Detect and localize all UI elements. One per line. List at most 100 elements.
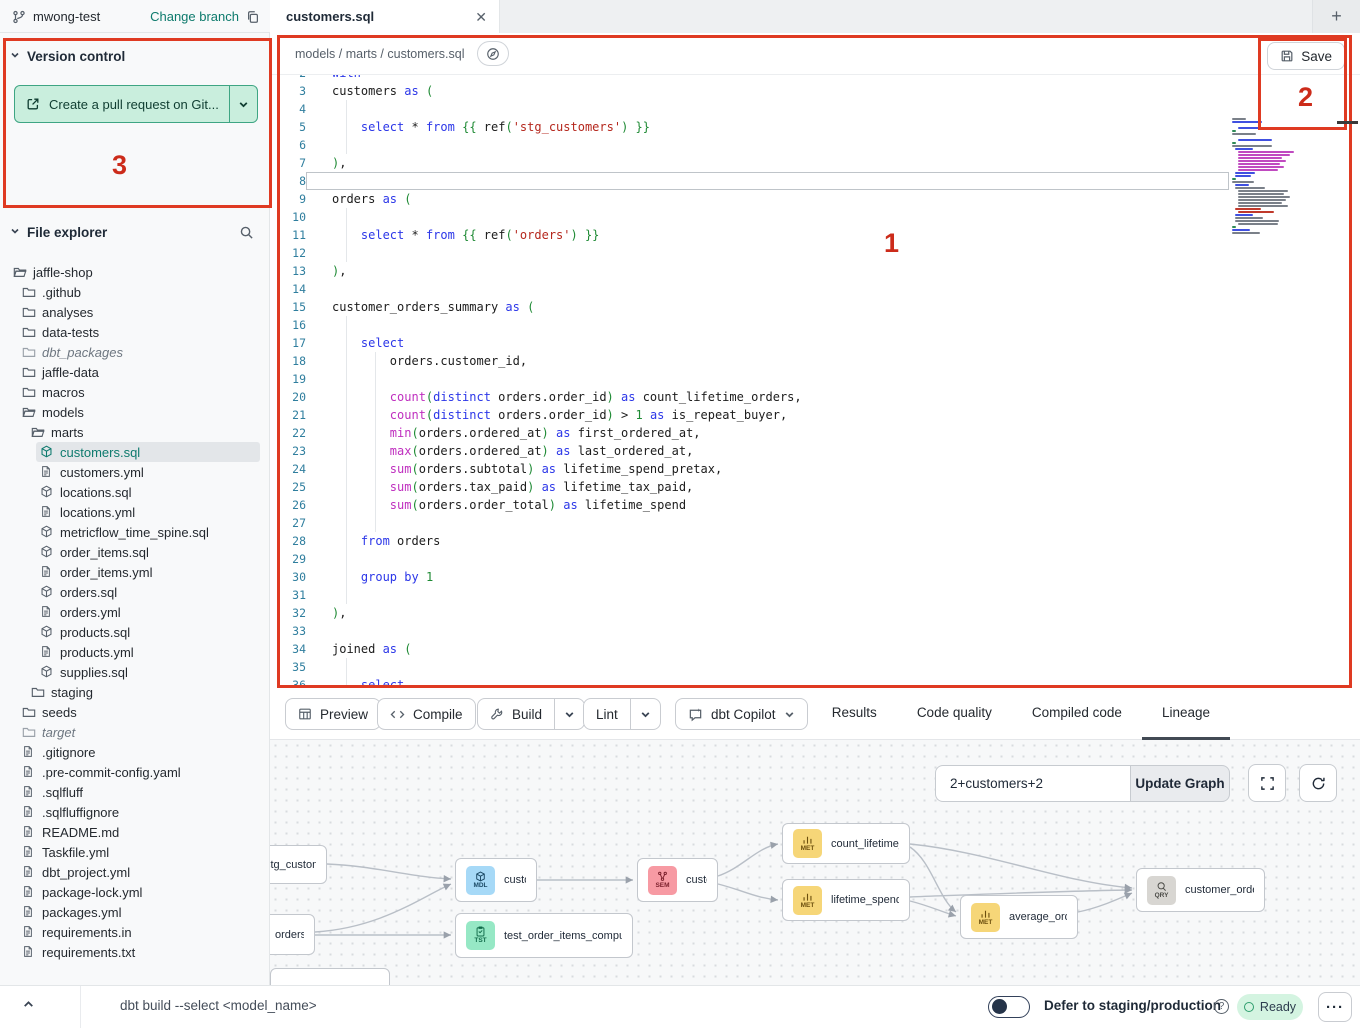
file-tree-item-seeds[interactable]: seeds: [0, 702, 270, 722]
code-line-29[interactable]: 29: [270, 550, 1360, 568]
code-area[interactable]: 2with3customers as (45 select * from {{ …: [270, 75, 1360, 688]
file-tree-item-requirements-in[interactable]: requirements.in: [0, 922, 270, 942]
lineage-node-test-order-items[interactable]: TST test_order_items_compute_to_bools...: [455, 913, 633, 958]
new-tab-button[interactable]: +: [1312, 0, 1360, 33]
file-tree-item-data-tests[interactable]: data-tests: [0, 322, 270, 342]
file-tree-item-jaffle-shop[interactable]: jaffle-shop: [0, 262, 270, 282]
file-tree-item-readme-md[interactable]: README.md: [0, 822, 270, 842]
code-line-8[interactable]: 8: [270, 172, 1360, 190]
code-line-17[interactable]: 17 select: [270, 334, 1360, 352]
code-line-16[interactable]: 16: [270, 316, 1360, 334]
code-line-26[interactable]: 26 sum(orders.order_total) as lifetime_s…: [270, 496, 1360, 514]
file-tree-item-products-yml[interactable]: products.yml: [0, 642, 270, 662]
code-line-2[interactable]: 2with: [270, 75, 1360, 82]
code-line-10[interactable]: 10: [270, 208, 1360, 226]
defer-toggle[interactable]: [988, 996, 1030, 1018]
lineage-node-customers-model[interactable]: MDL customers: [455, 858, 537, 902]
code-line-32[interactable]: 32),: [270, 604, 1360, 622]
lineage-node-lifetime-spend-pretax[interactable]: MET lifetime_spend_pretax: [782, 879, 910, 921]
file-tree-item-customers-yml[interactable]: customers.yml: [0, 462, 270, 482]
build-dropdown-chevron[interactable]: [554, 699, 584, 729]
code-line-33[interactable]: 33: [270, 622, 1360, 640]
code-line-30[interactable]: 30 group by 1: [270, 568, 1360, 586]
tab-results[interactable]: Results: [812, 688, 897, 740]
close-icon[interactable]: ✕: [475, 10, 487, 24]
lineage-panel[interactable]: 2+customers+2 Update Graph stg_customers…: [270, 740, 1360, 985]
tab-customers-sql[interactable]: customers.sql ✕: [270, 0, 500, 33]
update-graph-button[interactable]: Update Graph: [1130, 765, 1230, 802]
lineage-node-orders[interactable]: orders: [270, 914, 315, 955]
file-tree-item-supplies-sql[interactable]: supplies.sql: [0, 662, 270, 682]
code-line-18[interactable]: 18 orders.customer_id,: [270, 352, 1360, 370]
compile-button[interactable]: Compile: [377, 698, 476, 730]
code-line-34[interactable]: 34joined as (: [270, 640, 1360, 658]
file-tree-item-locations-yml[interactable]: locations.yml: [0, 502, 270, 522]
file-tree-item-dbt-project-yml[interactable]: dbt_project.yml: [0, 862, 270, 882]
file-tree-item-products-sql[interactable]: products.sql: [0, 622, 270, 642]
file-tree-item-order-items-sql[interactable]: order_items.sql: [0, 542, 270, 562]
more-options-button[interactable]: ···: [1318, 992, 1352, 1022]
code-line-14[interactable]: 14: [270, 280, 1360, 298]
file-tree-item--pre-commit-config-yaml[interactable]: .pre-commit-config.yaml: [0, 762, 270, 782]
code-line-31[interactable]: 31: [270, 586, 1360, 604]
code-line-4[interactable]: 4: [270, 100, 1360, 118]
file-tree-item-jaffle-data[interactable]: jaffle-data: [0, 362, 270, 382]
tab-compiled-code[interactable]: Compiled code: [1012, 688, 1142, 740]
copy-icon[interactable]: [246, 10, 260, 24]
code-line-15[interactable]: 15customer_orders_summary as (: [270, 298, 1360, 316]
code-line-19[interactable]: 19: [270, 370, 1360, 388]
create-pull-request-button[interactable]: Create a pull request on Git...: [14, 85, 258, 123]
code-line-35[interactable]: 35: [270, 658, 1360, 676]
code-line-28[interactable]: 28 from orders: [270, 532, 1360, 550]
file-tree-item-marts[interactable]: marts: [0, 422, 270, 442]
lint-dropdown-chevron[interactable]: [630, 699, 660, 729]
code-line-21[interactable]: 21 count(distinct orders.order_id) > 1 a…: [270, 406, 1360, 424]
file-tree-item-dbt-packages[interactable]: dbt_packages: [0, 342, 270, 362]
file-explorer-header[interactable]: File explorer: [10, 225, 260, 240]
code-line-23[interactable]: 23 max(orders.ordered_at) as last_ordere…: [270, 442, 1360, 460]
expand-caret-icon[interactable]: [22, 998, 35, 1016]
code-line-13[interactable]: 13),: [270, 262, 1360, 280]
file-tree-item-staging[interactable]: staging: [0, 682, 270, 702]
lineage-node-stg-customers[interactable]: stg_customers: [270, 845, 327, 884]
file-tree-item-orders-sql[interactable]: orders.sql: [0, 582, 270, 602]
tab-lineage[interactable]: Lineage: [1142, 688, 1230, 740]
code-line-36[interactable]: 36 select: [270, 676, 1360, 688]
search-icon[interactable]: [239, 225, 254, 240]
file-tree-item-order-items-yml[interactable]: order_items.yml: [0, 562, 270, 582]
tab-code-quality[interactable]: Code quality: [897, 688, 1012, 740]
preview-button[interactable]: Preview: [285, 698, 381, 730]
code-line-3[interactable]: 3customers as (: [270, 82, 1360, 100]
lineage-node-average-order-value[interactable]: MET average_order_value: [960, 895, 1078, 939]
file-tree-item-target[interactable]: target: [0, 722, 270, 742]
code-line-25[interactable]: 25 sum(orders.tax_paid) as lifetime_tax_…: [270, 478, 1360, 496]
file-tree-item-macros[interactable]: macros: [0, 382, 270, 402]
build-button[interactable]: Build: [477, 698, 585, 730]
lineage-node-partial[interactable]: [270, 968, 390, 985]
code-line-7[interactable]: 7),: [270, 154, 1360, 172]
file-tree-item-orders-yml[interactable]: orders.yml: [0, 602, 270, 622]
code-line-9[interactable]: 9orders as (: [270, 190, 1360, 208]
minimap[interactable]: [1232, 118, 1318, 250]
code-line-27[interactable]: 27: [270, 514, 1360, 532]
lint-button[interactable]: Lint: [583, 698, 661, 730]
file-tree-item--sqlfluff[interactable]: .sqlfluff: [0, 782, 270, 802]
code-line-11[interactable]: 11 select * from {{ ref('orders') }}: [270, 226, 1360, 244]
file-tree-item--sqlfluffignore[interactable]: .sqlfluffignore: [0, 802, 270, 822]
file-tree-item--gitignore[interactable]: .gitignore: [0, 742, 270, 762]
dbt-copilot-button[interactable]: dbt Copilot: [675, 698, 808, 730]
file-tree-item-packages-yml[interactable]: packages.yml: [0, 902, 270, 922]
file-tree-item-requirements-txt[interactable]: requirements.txt: [0, 942, 270, 962]
fullscreen-button[interactable]: [1248, 764, 1286, 802]
code-line-6[interactable]: 6: [270, 136, 1360, 154]
file-tree-item-models[interactable]: models: [0, 402, 270, 422]
file-tree-item-package-lock-yml[interactable]: package-lock.yml: [0, 882, 270, 902]
code-line-20[interactable]: 20 count(distinct orders.order_id) as co…: [270, 388, 1360, 406]
lineage-node-count-lifetime-orders[interactable]: MET count_lifetime_orders: [782, 823, 910, 864]
lineage-node-customer-order-metrics[interactable]: QRY customer_order_metrics: [1136, 868, 1265, 912]
file-tree-item-locations-sql[interactable]: locations.sql: [0, 482, 270, 502]
command-input[interactable]: dbt build --select <model_name>: [120, 998, 317, 1013]
lineage-node-customers-semantic[interactable]: SEM customers: [637, 858, 718, 902]
pr-dropdown-chevron[interactable]: [229, 86, 257, 122]
file-tree-item-analyses[interactable]: analyses: [0, 302, 270, 322]
